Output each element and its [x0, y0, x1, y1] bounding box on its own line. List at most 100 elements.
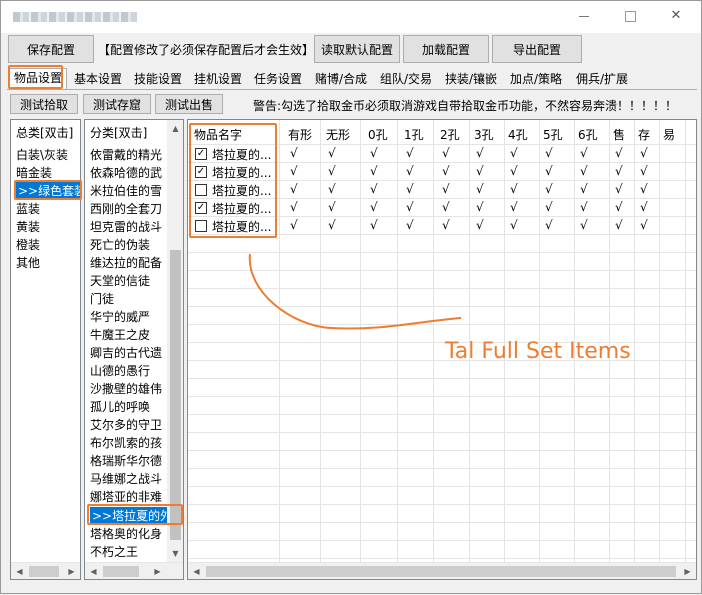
column-header[interactable]: 6孔 — [578, 126, 598, 143]
arrow-left-icon[interactable]: ◀ — [85, 563, 102, 579]
attribute-mark-cell[interactable]: √ — [290, 164, 298, 178]
attribute-mark-cell[interactable]: √ — [328, 218, 336, 232]
list-item[interactable]: 天堂的信徒 — [90, 272, 168, 290]
column-header-item-name[interactable]: 物品名字 — [194, 126, 242, 143]
scrollbar-thumb[interactable] — [29, 566, 59, 577]
attribute-mark-cell[interactable]: √ — [580, 218, 588, 232]
attribute-mark-cell[interactable]: √ — [510, 200, 518, 214]
row-checkbox[interactable]: ✓ — [195, 202, 207, 214]
attribute-mark-cell[interactable]: √ — [290, 218, 298, 232]
list-item-selected[interactable]: >>塔拉夏的外 — [90, 507, 167, 525]
category-list-hscrollbar[interactable]: ◀ ▶ — [11, 562, 80, 579]
list-item[interactable]: 其他 — [16, 254, 40, 272]
list-item[interactable]: 维达拉的配备 — [90, 254, 168, 272]
attribute-mark-cell[interactable]: √ — [615, 146, 623, 160]
attribute-mark-cell[interactable]: √ — [615, 164, 623, 178]
scrollbar-thumb[interactable] — [170, 250, 181, 540]
list-item[interactable]: 西刚的全套刀 — [90, 200, 168, 218]
column-header[interactable]: 5孔 — [543, 126, 563, 143]
save-config-button[interactable]: 保存配置 — [8, 35, 94, 63]
list-item[interactable]: 沙撒壁的雄伟 — [90, 380, 168, 398]
column-header[interactable]: 3孔 — [474, 126, 494, 143]
list-item[interactable]: 黄装 — [16, 218, 40, 236]
list-item[interactable]: 死亡的伪装 — [90, 236, 168, 254]
arrow-left-icon[interactable]: ◀ — [188, 563, 205, 579]
attribute-mark-cell[interactable]: √ — [328, 200, 336, 214]
attribute-mark-cell[interactable]: √ — [442, 200, 450, 214]
column-header[interactable]: 易 — [663, 126, 675, 143]
maximize-icon[interactable] — [607, 1, 653, 31]
column-header[interactable]: 0孔 — [368, 126, 388, 143]
list-item[interactable]: 依雷戴的精光 — [90, 146, 168, 164]
list-item-selected[interactable]: >>绿色套装 — [16, 182, 80, 200]
row-checkbox[interactable]: ✓ — [195, 148, 207, 160]
arrow-down-icon[interactable]: ▼ — [167, 545, 183, 562]
arrow-up-icon[interactable]: ▲ — [167, 120, 183, 137]
attribute-mark-cell[interactable]: √ — [545, 218, 553, 232]
list-item[interactable]: 依森哈德的武 — [90, 164, 168, 182]
attribute-mark-cell[interactable]: √ — [290, 200, 298, 214]
list-item[interactable]: 娜塔亚的非难 — [90, 488, 168, 506]
list-item[interactable]: 牛魔王之皮 — [90, 326, 168, 344]
attribute-mark-cell[interactable]: √ — [370, 218, 378, 232]
attribute-mark-cell[interactable]: √ — [615, 218, 623, 232]
list-item[interactable]: 橙装 — [16, 236, 40, 254]
attribute-mark-cell[interactable]: √ — [370, 164, 378, 178]
attribute-mark-cell[interactable]: √ — [476, 200, 484, 214]
attribute-mark-cell[interactable]: √ — [640, 164, 648, 178]
list-item[interactable]: 布尔凯索的孩 — [90, 434, 168, 452]
list-item[interactable]: 卿吉的古代遗 — [90, 344, 168, 362]
attribute-mark-cell[interactable]: √ — [328, 164, 336, 178]
attribute-mark-cell[interactable]: √ — [615, 182, 623, 196]
attribute-mark-cell[interactable]: √ — [442, 218, 450, 232]
column-header[interactable]: 售 — [613, 126, 625, 143]
attribute-mark-cell[interactable]: √ — [476, 218, 484, 232]
attribute-mark-cell[interactable]: √ — [545, 182, 553, 196]
list-item[interactable]: 蓝装 — [16, 200, 40, 218]
list-item[interactable]: 白装\灰装 — [16, 146, 68, 164]
attribute-mark-cell[interactable]: √ — [406, 164, 414, 178]
list-item[interactable]: 不朽之王 — [90, 543, 168, 561]
list-item[interactable]: 门徒 — [90, 290, 168, 308]
attribute-mark-cell[interactable]: √ — [328, 146, 336, 160]
item-name-cell[interactable]: 塔拉夏的... — [212, 164, 271, 181]
item-grid-hscrollbar[interactable]: ◀ ▶ — [188, 562, 696, 579]
tab-item-settings[interactable]: 物品设置 — [9, 68, 67, 90]
tab-quest-settings[interactable]: 任务设置 — [250, 70, 306, 90]
attribute-mark-cell[interactable]: √ — [545, 146, 553, 160]
subcategory-list-hscrollbar[interactable]: ◀ ▶ — [85, 562, 183, 579]
attribute-mark-cell[interactable]: √ — [406, 182, 414, 196]
attribute-mark-cell[interactable]: √ — [442, 182, 450, 196]
item-name-cell[interactable]: 塔拉夏的... — [212, 200, 271, 217]
close-icon[interactable] — [653, 1, 699, 31]
list-item[interactable]: 华宁的威严 — [90, 308, 168, 326]
tab-merc-extension[interactable]: 佣兵/扩展 — [570, 70, 634, 90]
attribute-mark-cell[interactable]: √ — [406, 146, 414, 160]
attribute-mark-cell[interactable]: √ — [640, 200, 648, 214]
tab-skill-settings[interactable]: 技能设置 — [130, 70, 186, 90]
test-sell-button[interactable]: 测试出售 — [155, 94, 223, 114]
export-config-button[interactable]: 导出配置 — [492, 35, 582, 63]
list-item[interactable]: 暗金装 — [16, 164, 52, 182]
attribute-mark-cell[interactable]: √ — [406, 200, 414, 214]
load-default-config-button[interactable]: 读取默认配置 — [314, 35, 400, 63]
item-name-cell[interactable]: 塔拉夏的... — [212, 146, 271, 163]
item-name-cell[interactable]: 塔拉夏的... — [212, 218, 271, 235]
attribute-mark-cell[interactable]: √ — [442, 164, 450, 178]
attribute-mark-cell[interactable]: √ — [580, 200, 588, 214]
tab-party-trade[interactable]: 组队/交易 — [375, 70, 437, 90]
tab-basic-settings[interactable]: 基本设置 — [70, 70, 126, 90]
tab-afk-settings[interactable]: 挂机设置 — [190, 70, 246, 90]
subcategory-list-vscrollbar[interactable]: ▲ ▼ — [167, 120, 183, 562]
arrow-right-icon[interactable]: ▶ — [149, 563, 166, 579]
attribute-mark-cell[interactable]: √ — [640, 182, 648, 196]
attribute-mark-cell[interactable]: √ — [476, 182, 484, 196]
tab-gear-socket[interactable]: 挟装/镶嵌 — [440, 70, 502, 90]
test-stash-button[interactable]: 测试存窟 — [83, 94, 151, 114]
attribute-mark-cell[interactable]: √ — [510, 218, 518, 232]
attribute-mark-cell[interactable]: √ — [476, 146, 484, 160]
list-item[interactable]: 马维娜之战斗 — [90, 470, 168, 488]
list-item[interactable]: 孤儿的呼唤 — [90, 398, 168, 416]
item-name-cell[interactable]: 塔拉夏的... — [212, 182, 271, 199]
row-checkbox[interactable] — [195, 184, 207, 196]
